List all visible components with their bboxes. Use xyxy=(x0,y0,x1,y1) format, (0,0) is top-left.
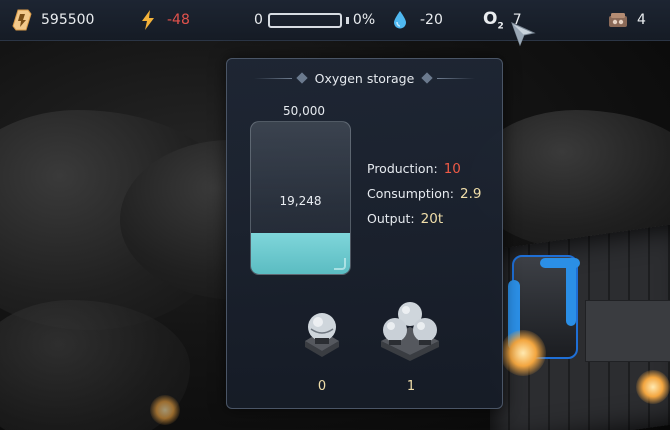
output-value: 20t xyxy=(420,211,444,227)
oxygen-tank-icon xyxy=(305,313,339,357)
title-diamond-left xyxy=(296,72,308,84)
consumption-label: Consumption: xyxy=(367,186,454,201)
credits-value: 595500 xyxy=(41,12,95,28)
consumption-value: 2.9 xyxy=(460,186,482,202)
battery-min-label: 0 xyxy=(254,12,263,28)
title-diamond-right xyxy=(421,72,433,84)
single-tank-button[interactable] xyxy=(297,307,347,363)
oxygen-symbol: O xyxy=(483,8,498,29)
oxygen-subscript: 2 xyxy=(497,21,504,32)
battery-tip xyxy=(345,16,349,24)
oxygen-tank-cluster-icon xyxy=(381,302,439,361)
output-stat: Output: 20t xyxy=(367,211,443,227)
floor-tile xyxy=(585,300,670,362)
production-label: Production: xyxy=(367,161,438,176)
gauge-corner xyxy=(334,258,346,270)
stored-amount: 19,248 xyxy=(279,194,322,208)
consumption-stat: Consumption: 2.9 xyxy=(367,186,481,202)
oxygen-storage-panel: Oxygen storage 50,000 19,248 Production:… xyxy=(226,58,503,409)
credits-resource[interactable]: 595500 xyxy=(12,0,94,40)
lightning-icon xyxy=(141,10,155,30)
production-value: 10 xyxy=(443,161,461,177)
single-tank-count: 0 xyxy=(317,379,327,394)
pipe xyxy=(566,262,576,326)
resource-bar: 595500 -48 0 0% -20 O2 7 4 xyxy=(0,0,670,41)
light-glow xyxy=(500,330,546,376)
oxygen-icon: O2 xyxy=(483,9,504,31)
output-label: Output: xyxy=(367,211,415,226)
mouse-cursor-icon xyxy=(510,21,536,51)
title-divider-right xyxy=(437,77,476,79)
workers-resource[interactable]: 4 xyxy=(607,0,646,40)
water-resource[interactable]: -20 xyxy=(393,0,443,40)
panel-title: Oxygen storage xyxy=(314,70,415,86)
battery-percent: 0% xyxy=(352,12,376,28)
capacity-label: 50,000 xyxy=(283,104,325,118)
triple-tank-count: 1 xyxy=(406,379,416,394)
panel-header: Oxygen storage xyxy=(227,67,502,89)
battery-resource[interactable]: 0 0% xyxy=(254,0,375,40)
title-divider-left xyxy=(253,77,292,79)
light-glow xyxy=(636,370,670,404)
battery-icon xyxy=(267,12,342,28)
workers-value: 4 xyxy=(637,12,646,28)
energy-value: -48 xyxy=(167,12,190,28)
oxygen-level-gauge: 19,248 xyxy=(250,121,351,275)
water-value: -20 xyxy=(420,12,443,28)
workers-icon xyxy=(607,11,629,29)
water-drop-icon xyxy=(393,11,407,29)
light-glow xyxy=(150,395,180,425)
production-stat: Production: 10 xyxy=(367,161,461,177)
triple-tank-button[interactable] xyxy=(377,297,443,365)
credits-icon xyxy=(12,9,32,31)
energy-resource[interactable]: -48 xyxy=(141,0,190,40)
